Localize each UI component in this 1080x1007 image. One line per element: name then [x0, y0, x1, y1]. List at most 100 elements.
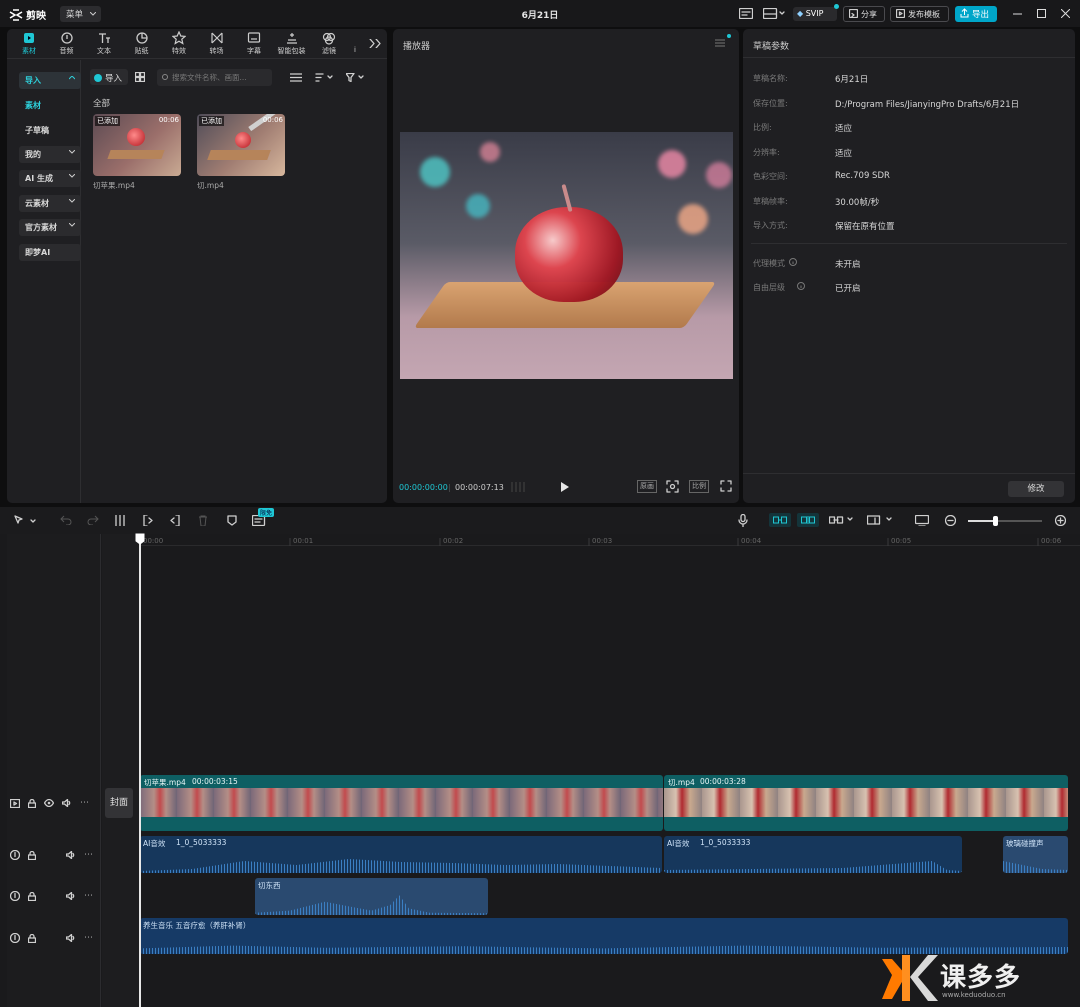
filter-icon	[322, 32, 336, 45]
playhead-handle-icon[interactable]	[135, 533, 145, 545]
volume-icon[interactable]	[66, 851, 76, 859]
search-placeholder: 搜索文件名称、画面...	[172, 73, 247, 82]
modify-button[interactable]: 修改	[1008, 481, 1064, 497]
zoom-in-icon[interactable]	[1055, 515, 1066, 526]
tab-more[interactable]: i	[354, 46, 356, 54]
tab-media[interactable]: 素材	[11, 31, 47, 58]
sidebar-item-ai-generate[interactable]: AI 生成	[19, 170, 81, 187]
text-icon	[99, 33, 110, 43]
undo-icon[interactable]	[60, 515, 72, 525]
video-filmstrip	[140, 788, 663, 817]
split-right-icon[interactable]	[170, 515, 180, 526]
playhead[interactable]	[139, 534, 141, 1007]
share-button[interactable]: 分享	[843, 6, 885, 22]
eye-icon[interactable]	[44, 799, 54, 807]
more-options-icon[interactable]: ⋯	[84, 891, 93, 901]
zoom-slider[interactable]	[968, 516, 1042, 526]
more-options-icon[interactable]: ⋯	[80, 798, 89, 808]
zoom-out-icon[interactable]	[945, 515, 956, 526]
tab-smart-pack[interactable]: 智能包装	[274, 31, 310, 58]
split-icon[interactable]	[115, 515, 125, 526]
maximize-icon[interactable]	[1037, 9, 1046, 18]
export-button[interactable]: 导出	[955, 6, 997, 22]
link-clips-icon[interactable]	[829, 515, 855, 525]
volume-icon[interactable]	[62, 799, 72, 807]
publish-template-label: 发布模板	[908, 10, 940, 19]
ruler-tick-label: 00:01	[293, 537, 314, 545]
tab-audio[interactable]: 音频	[49, 31, 85, 58]
publish-template-button[interactable]: 发布模板	[890, 6, 949, 22]
audio-clip[interactable]: AI音效 1_0_5033333	[140, 836, 662, 873]
sidebar-item-subdraft[interactable]: 子草稿	[19, 122, 81, 139]
volume-icon[interactable]	[66, 934, 76, 942]
grid-view-icon[interactable]	[135, 72, 145, 82]
lock-icon[interactable]	[28, 891, 36, 901]
fullscreen-icon[interactable]	[720, 480, 732, 492]
video-clip[interactable]: 切.mp4 00:00:03:28	[664, 775, 1068, 831]
tab-effects[interactable]: 特效	[161, 31, 197, 58]
play-icon[interactable]	[561, 482, 569, 492]
info-icon[interactable]	[797, 282, 805, 290]
redo-icon[interactable]	[87, 515, 99, 525]
auto-snap-button[interactable]	[797, 513, 819, 527]
sidebar-import[interactable]: 导入	[19, 72, 81, 89]
sfx-clip[interactable]: 切东西	[255, 878, 488, 915]
lock-icon[interactable]	[28, 798, 36, 808]
video-clip[interactable]: 切苹果.mp4 00:00:03:15	[140, 775, 663, 831]
tab-filter[interactable]: 滤镜	[311, 31, 347, 58]
import-mode-value: 保留在原有位置	[835, 222, 895, 232]
sidebar-item-jimeng[interactable]: 即梦AI	[19, 244, 81, 261]
layout-switch-icon[interactable]	[763, 8, 785, 19]
audio-clip[interactable]: AI音效 1_0_5033333	[664, 836, 962, 873]
svip-badge[interactable]: ◆ SVIP	[793, 4, 839, 21]
player-panel: 播放器 00:00:00:00 | 00:00:07:13 原画 比例	[393, 29, 739, 503]
divider	[743, 473, 1075, 474]
select-tool-icon[interactable]	[14, 515, 38, 527]
list-view-icon[interactable]	[290, 73, 302, 82]
sidebar-item-cloud[interactable]: 云素材	[19, 195, 81, 212]
filter-icon[interactable]	[346, 73, 365, 82]
close-icon[interactable]	[1061, 9, 1070, 18]
info-icon[interactable]	[789, 258, 797, 266]
lock-icon[interactable]	[28, 850, 36, 860]
original-quality-button[interactable]: 原画	[637, 480, 657, 493]
plus-circle-icon	[94, 74, 102, 82]
delete-icon[interactable]	[198, 515, 208, 526]
music-clip[interactable]: 养生音乐 五音疗愈（养肝补肾）	[140, 918, 1068, 954]
audio-clip[interactable]: 玻璃碰撞声	[1003, 836, 1068, 873]
watermark-text: 课多多	[940, 963, 1022, 993]
ratio-button[interactable]: 比例	[689, 480, 709, 493]
sort-icon[interactable]	[315, 73, 333, 82]
video-clip-name: 切苹果.mp4	[144, 778, 186, 787]
volume-icon[interactable]	[66, 892, 76, 900]
screenshot-icon[interactable]	[666, 480, 679, 493]
minimize-icon[interactable]	[1013, 13, 1022, 15]
lock-icon[interactable]	[28, 933, 36, 943]
microphone-icon[interactable]	[738, 514, 748, 527]
video-preview[interactable]	[400, 132, 733, 379]
tab-text[interactable]: 文本	[86, 31, 122, 58]
track-adjust-icon[interactable]	[915, 515, 929, 526]
marker-icon[interactable]	[227, 515, 237, 526]
main-track-magnet-button[interactable]	[769, 513, 791, 527]
preview-axis-icon[interactable]	[867, 515, 894, 525]
timeline-grid-icon[interactable]	[511, 481, 525, 493]
zoom-slider-handle[interactable]	[993, 516, 998, 526]
more-options-icon[interactable]: ⋯	[84, 850, 93, 860]
search-input[interactable]: 搜索文件名称、画面...	[157, 69, 272, 86]
cover-button[interactable]: 封面	[105, 788, 133, 818]
more-tabs-icon[interactable]	[369, 39, 381, 48]
menu-icon[interactable]	[715, 39, 725, 47]
tab-transition[interactable]: 转场	[199, 31, 235, 58]
sidebar-item-mine[interactable]: 我的	[19, 146, 81, 163]
tab-subtitle[interactable]: 字幕	[236, 31, 272, 58]
split-left-icon[interactable]	[143, 515, 153, 526]
layout-icon[interactable]	[739, 8, 753, 19]
import-button[interactable]: 导入	[90, 69, 128, 85]
sidebar-item-official[interactable]: 官方素材	[19, 219, 81, 236]
sidebar-item-media[interactable]: 素材	[19, 97, 81, 114]
more-options-icon[interactable]: ⋯	[84, 933, 93, 943]
media-clip-card[interactable]: 已添加 00:06	[93, 114, 181, 176]
media-clip-card[interactable]: 已添加 00:06	[197, 114, 285, 176]
tab-sticker[interactable]: 贴纸	[124, 31, 160, 58]
